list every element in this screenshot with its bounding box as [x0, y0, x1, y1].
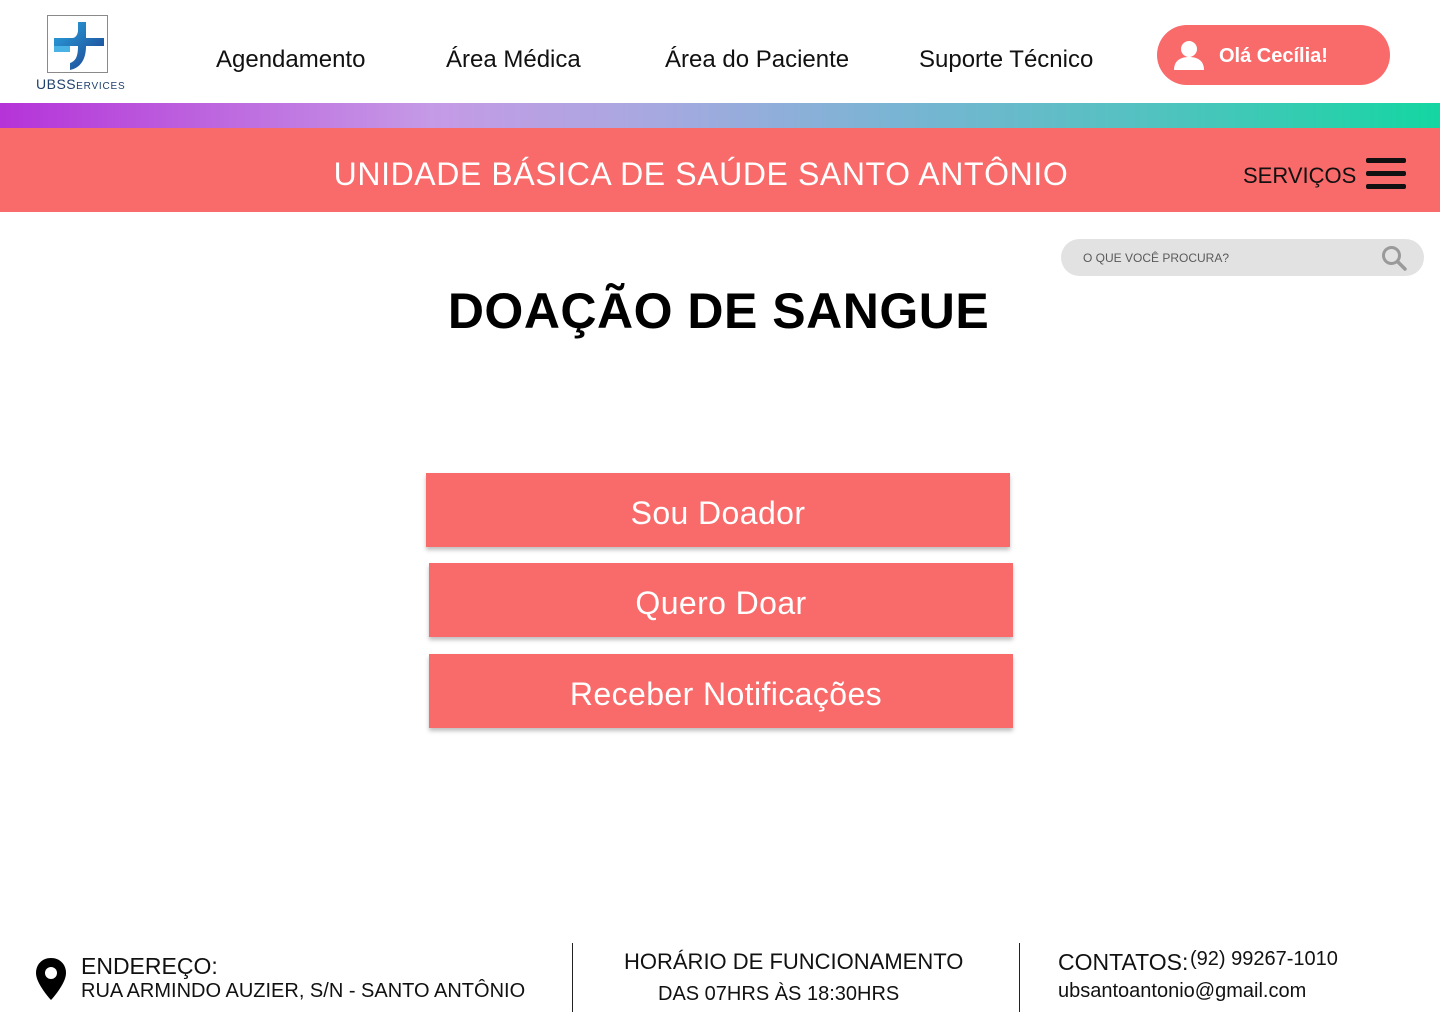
ubservices-logo[interactable]: UBSSERVICES [36, 14, 126, 94]
address-value: RUA ARMINDO AUZIER, S/N - SANTO ANTÔNIO [81, 980, 526, 1002]
logo-text: UBSSERVICES [36, 76, 126, 92]
page-title: DOAÇÃO DE SANGUE [447, 283, 990, 339]
nav-area-paciente[interactable]: Área do Paciente [665, 46, 849, 74]
hamburger-icon[interactable] [1366, 158, 1406, 190]
hours-value: DAS 07HRS ÀS 18:30HRS [658, 983, 900, 1005]
user-icon [1174, 41, 1204, 70]
hours-label: HORÁRIO DE FUNCIONAMENTO [624, 949, 964, 974]
sou-doador-button[interactable]: Sou Doador [426, 473, 1010, 547]
user-greeting: Olá Cecília! [1219, 45, 1328, 67]
contacts-label: CONTATOS: [1058, 949, 1189, 975]
services-menu-label[interactable]: SERVIÇOS [1243, 163, 1356, 189]
contact-phone[interactable]: (92) 99267-1010 [1190, 948, 1338, 971]
quero-doar-button[interactable]: Quero Doar [429, 563, 1013, 637]
search-icon[interactable] [1381, 245, 1407, 271]
nav-agendamento[interactable]: Agendamento [216, 46, 365, 74]
search-bar [1061, 239, 1424, 276]
footer-divider [1019, 943, 1020, 1012]
nav-area-medica[interactable]: Área Médica [446, 46, 581, 74]
receber-notificacoes-button[interactable]: Receber Notificações [429, 654, 1013, 728]
search-input[interactable] [1083, 247, 1373, 269]
nav-suporte-tecnico[interactable]: Suporte Técnico [919, 46, 1093, 74]
logo-cross-icon [47, 15, 108, 73]
gradient-divider [0, 103, 1440, 128]
address-label: ENDEREÇO: [81, 953, 218, 979]
contact-email[interactable]: ubsantoantonio@gmail.com [1058, 980, 1306, 1003]
unit-banner: UNIDADE BÁSICA DE SAÚDE SANTO ANTÔNIO SE… [0, 128, 1440, 212]
footer-divider [572, 943, 573, 1012]
unit-title: UNIDADE BÁSICA DE SAÚDE SANTO ANTÔNIO [333, 156, 1069, 192]
user-profile-button[interactable]: Olá Cecília! [1157, 25, 1390, 85]
location-pin-icon [36, 958, 66, 1000]
